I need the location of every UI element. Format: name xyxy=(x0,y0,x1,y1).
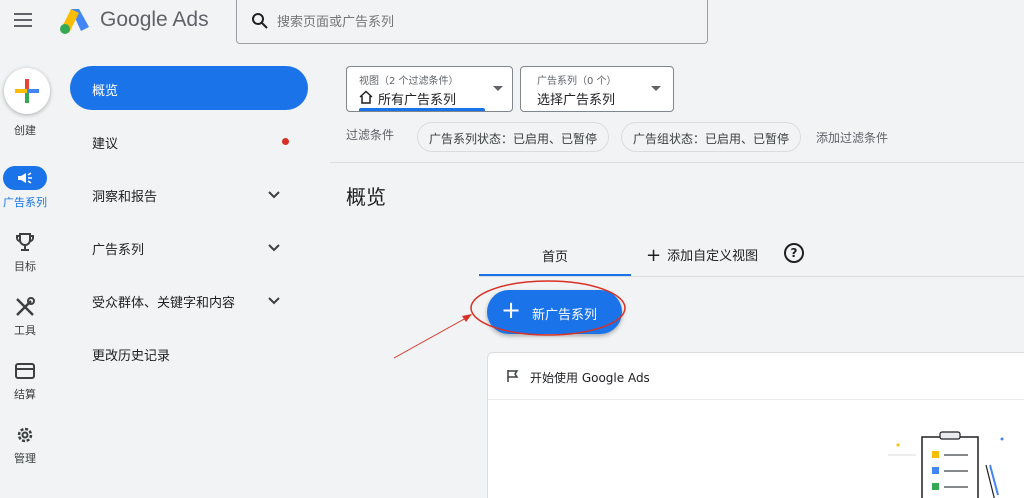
filter-label: 过滤条件 xyxy=(346,128,395,142)
rail-label-billing: 结算 xyxy=(14,388,36,401)
nav-item-label: 更改历史记录 xyxy=(92,349,171,364)
tools-icon[interactable] xyxy=(13,295,37,319)
nav-item-campaigns[interactable]: 广告系列 xyxy=(70,225,308,269)
home-icon xyxy=(359,90,373,104)
getting-started-card: 开始使用 Google Ads xyxy=(487,352,1024,498)
new-campaign-label: 新广告系列 xyxy=(532,308,598,323)
notification-dot xyxy=(282,138,289,145)
plus-icon: + xyxy=(501,296,522,324)
tab-home-label: 首页 xyxy=(541,250,568,265)
new-campaign-button[interactable]: + 新广告系列 xyxy=(487,290,622,334)
help-icon[interactable]: ? xyxy=(784,243,804,263)
tab-add-custom-view[interactable]: + 添加自定义视图 xyxy=(646,244,759,266)
card-title: 开始使用 Google Ads xyxy=(530,371,650,385)
nav-item-change-history[interactable]: 更改历史记录 xyxy=(70,331,308,375)
chevron-down-icon xyxy=(268,244,280,252)
nav-item-label: 建议 xyxy=(92,137,119,152)
tab-add-label: 添加自定义视图 xyxy=(667,249,759,264)
nav-item-overview[interactable]: 概览 xyxy=(70,66,308,110)
megaphone-icon xyxy=(18,172,32,184)
create-label: 创建 xyxy=(14,124,36,137)
view-selector-value: 所有广告系列 xyxy=(378,93,457,108)
annotation-arrowhead xyxy=(462,314,472,322)
plus-icon xyxy=(15,79,39,103)
top-bar: Google Ads xyxy=(0,0,1024,44)
nav-item-label: 受众群体、关键字和内容 xyxy=(92,296,236,311)
filter-divider xyxy=(330,162,1024,163)
rail-label-admin: 管理 xyxy=(14,452,36,465)
rail-label-campaigns: 广告系列 xyxy=(3,196,47,209)
filter-chip-adgroup-status[interactable]: 广告组状态：已启用、已暂停 xyxy=(621,122,802,152)
trophy-icon[interactable] xyxy=(13,231,37,255)
menu-icon[interactable] xyxy=(14,13,32,27)
chevron-down-icon xyxy=(268,297,280,305)
chevron-down-icon xyxy=(268,191,280,199)
checklist-illustration xyxy=(888,431,1004,498)
search-icon xyxy=(252,13,268,29)
annotation-arrow-line xyxy=(393,317,467,359)
tabs-divider xyxy=(479,276,1024,277)
nav-item-audiences[interactable]: 受众群体、关键字和内容 xyxy=(70,278,308,322)
dropdown-arrow-icon xyxy=(651,86,661,91)
logo-text: Google Ads xyxy=(100,8,209,31)
google-ads-logo[interactable] xyxy=(59,7,91,35)
credit-card-icon[interactable] xyxy=(13,359,37,383)
flag-icon xyxy=(507,370,519,382)
add-filter-link[interactable]: 添加过滤条件 xyxy=(816,129,888,146)
nav-item-label: 洞察和报告 xyxy=(92,190,158,205)
rail-label-goals: 目标 xyxy=(14,260,36,273)
selector-underline xyxy=(359,108,485,111)
plus-icon: + xyxy=(646,245,662,266)
filter-chip-campaign-status[interactable]: 广告系列状态：已启用、已暂停 xyxy=(417,122,610,152)
nav-item-insights-reports[interactable]: 洞察和报告 xyxy=(70,172,308,216)
search-input[interactable] xyxy=(277,12,677,32)
nav-item-label: 概览 xyxy=(92,84,119,99)
rail-label-tools: 工具 xyxy=(14,324,36,337)
campaign-selector-value: 选择广告系列 xyxy=(537,93,616,108)
create-button[interactable] xyxy=(4,68,50,114)
search-box[interactable] xyxy=(236,0,708,44)
dropdown-arrow-icon xyxy=(493,86,503,91)
page-title: 概览 xyxy=(346,185,386,209)
tab-home[interactable]: 首页 xyxy=(479,234,631,276)
campaign-selector[interactable]: 广告系列（0 个） 选择广告系列 xyxy=(520,66,674,112)
rail-item-campaigns[interactable] xyxy=(3,166,47,190)
nav-item-label: 广告系列 xyxy=(92,243,145,258)
view-selector-caption: 视图（2 个过滤条件） xyxy=(359,76,459,87)
view-selector[interactable]: 视图（2 个过滤条件） 所有广告系列 xyxy=(346,66,513,112)
campaign-selector-caption: 广告系列（0 个） xyxy=(537,76,617,87)
nav-item-recommendations[interactable]: 建议 xyxy=(70,119,308,163)
card-header: 开始使用 Google Ads xyxy=(488,353,1024,400)
gear-icon[interactable] xyxy=(13,423,37,447)
